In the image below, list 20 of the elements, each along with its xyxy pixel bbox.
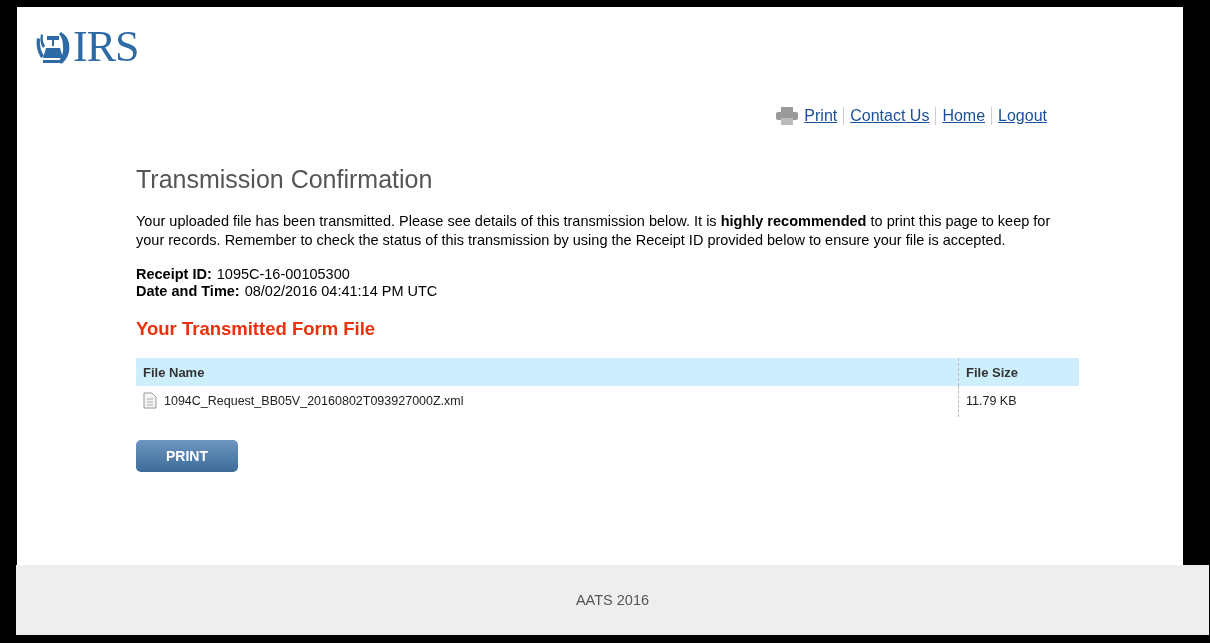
nav-link[interactable]: Home [942, 107, 986, 125]
nav-link[interactable]: Print [804, 107, 838, 125]
print-button[interactable]: PRINT [136, 440, 238, 472]
section-title: Your Transmitted Form File [136, 318, 377, 340]
logo-wordmark: IRS [73, 25, 139, 69]
file-name: 1094C_Request_BB05V_20160802T093927000Z.xml [164, 393, 464, 408]
detail-value: 1095C-16-00105300 [216, 266, 350, 283]
detail-label: Receipt ID: [136, 266, 212, 283]
column-header: File Size [958, 358, 1079, 386]
nav-link[interactable]: Contact Us [850, 107, 930, 125]
footer-text: AATS 2016 [575, 592, 650, 608]
file-size: 11.79 KB [966, 393, 1017, 408]
document-icon [143, 392, 157, 409]
detail-label: Date and Time: [136, 283, 240, 300]
column-header: File Name [136, 358, 959, 386]
nav-link[interactable]: Logout [998, 107, 1047, 125]
intro-paragraph: Your uploaded file has been transmitted. Please see details of this transmission below. It is highly recommended to print this page to keep for your records. Remember to check the status of this transmission by using the Receipt ID provided below to ensure your file is accepted. [136, 212, 1052, 250]
page-title: Transmission Confirmation [136, 165, 434, 194]
detail-value: 08/02/2016 04:41:14 PM UTC [244, 283, 438, 300]
printer-icon[interactable] [776, 107, 799, 125]
